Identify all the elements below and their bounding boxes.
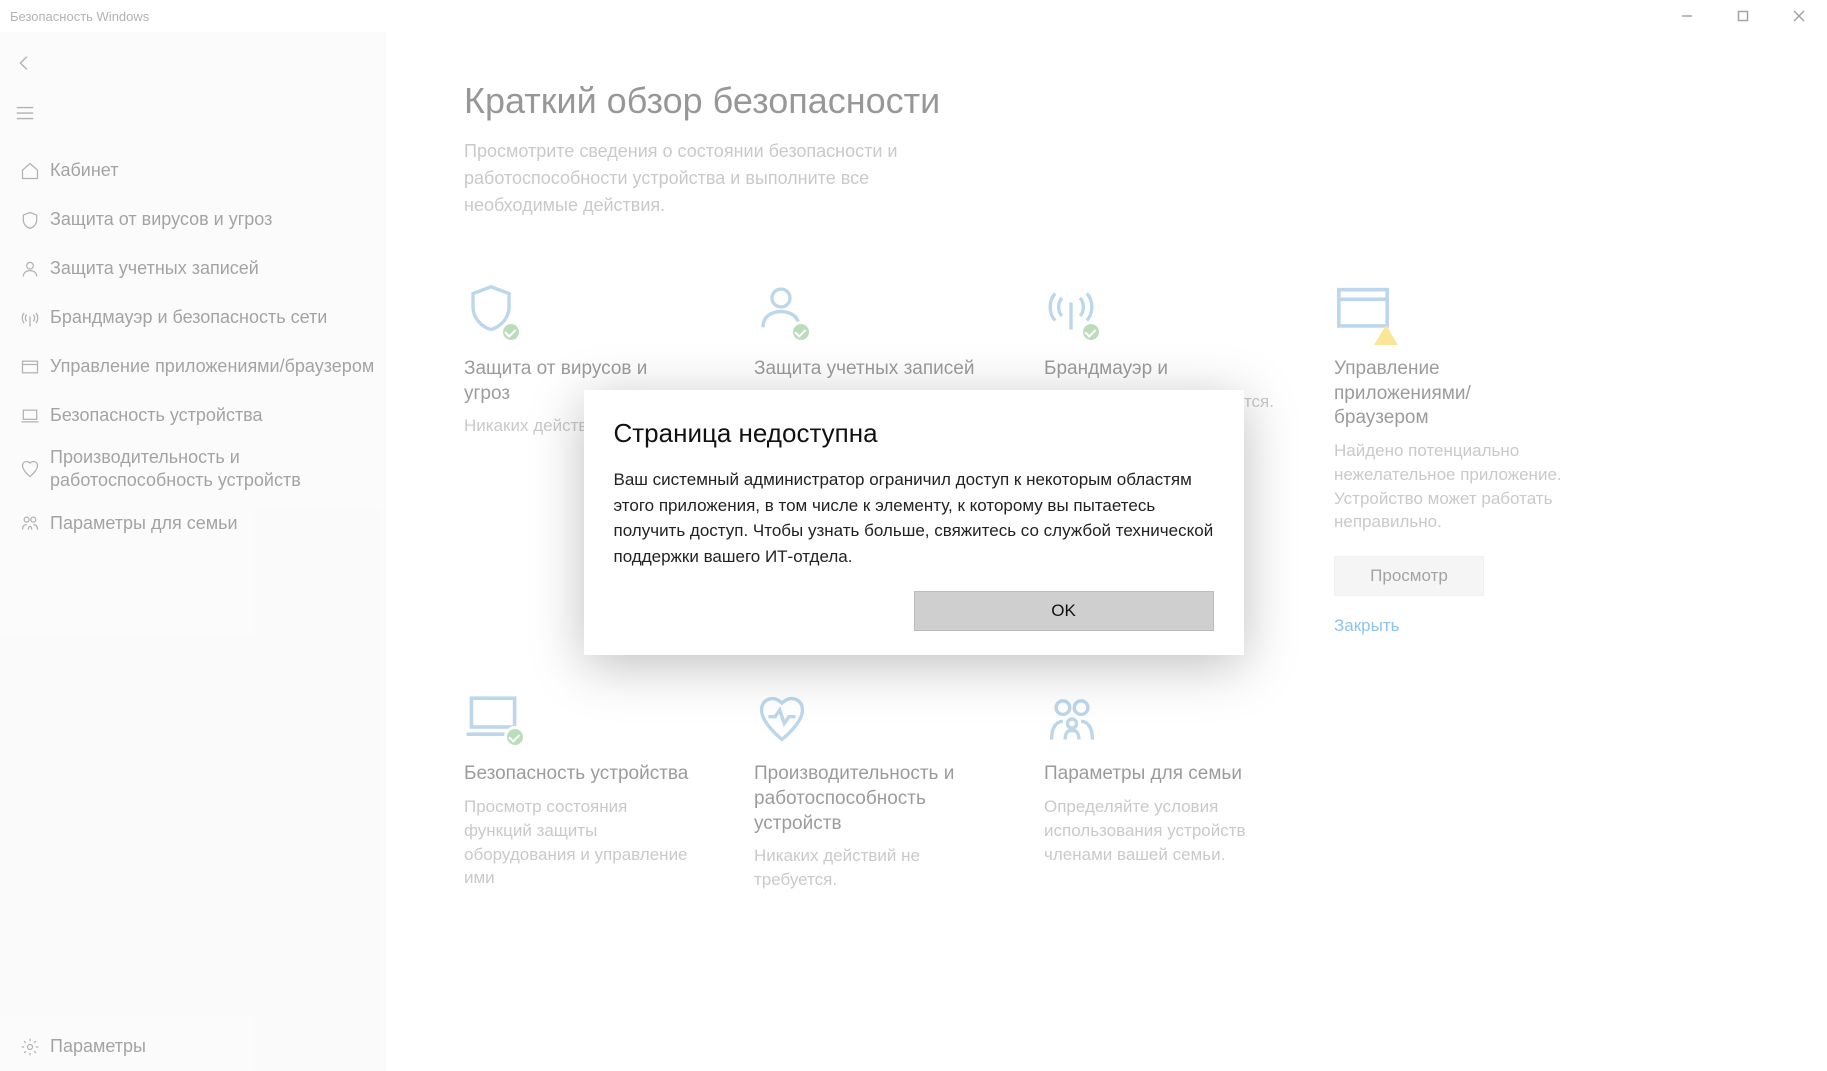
ok-button[interactable]: OK xyxy=(914,591,1214,631)
modal-body: Ваш системный администратор ограничил до… xyxy=(614,467,1214,569)
modal-title: Страница недоступна xyxy=(614,418,1214,449)
modal-overlay: Страница недоступна Ваш системный админи… xyxy=(0,0,1827,1071)
modal-dialog: Страница недоступна Ваш системный админи… xyxy=(584,390,1244,655)
modal-actions: OK xyxy=(614,591,1214,631)
